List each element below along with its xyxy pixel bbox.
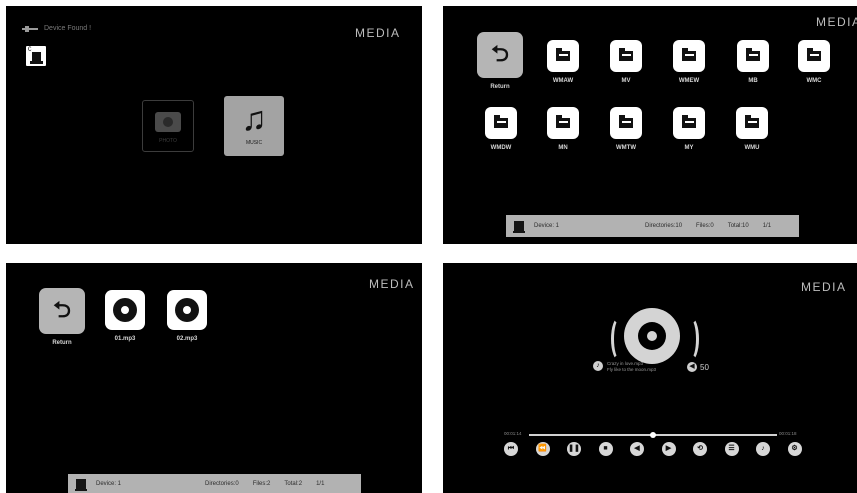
- music-category-tile[interactable]: ♫ MUSIC: [224, 96, 284, 156]
- return-icon: ⮌: [39, 288, 85, 334]
- settings-button[interactable]: ⚙: [787, 442, 802, 456]
- time-total: 00:01:18: [779, 431, 797, 436]
- device-icon: [513, 221, 525, 233]
- folder-label: WMEW: [678, 78, 700, 84]
- status-directories: Directories:0: [205, 480, 239, 487]
- status-bar: Device: 1 Directories:0 Files:2 Total:2 …: [68, 474, 361, 493]
- folder-icon: [673, 40, 705, 72]
- status-total: Total:2: [284, 480, 303, 487]
- folder-icon: [610, 107, 642, 139]
- folder-label: WMC: [806, 78, 822, 84]
- folder-item[interactable]: WMDW: [478, 107, 524, 151]
- panel-music-player: MEDIA ♪ Crazy in love.mp3 Fly like to th…: [443, 263, 857, 493]
- media-title: MEDIA: [801, 280, 847, 294]
- folder-item[interactable]: WMTW: [603, 107, 649, 151]
- folder-label: WMTW: [616, 145, 636, 151]
- status-page: 1/1: [316, 480, 325, 487]
- device-icon: [75, 478, 87, 491]
- volume-button[interactable]: ♪: [756, 442, 770, 456]
- return-button[interactable]: ⮌ Return: [39, 288, 85, 346]
- music-note-icon: ♪: [593, 361, 603, 371]
- folder-item[interactable]: WMU: [729, 107, 775, 151]
- return-label: Return: [490, 84, 510, 90]
- time-elapsed: 00:01:14: [504, 431, 522, 436]
- return-label: Return: [52, 340, 72, 346]
- song-next: Fly like to the moon.mp3: [607, 367, 657, 372]
- folder-icon: [737, 40, 769, 72]
- folder-item[interactable]: MV: [603, 40, 649, 84]
- playlist-button[interactable]: ☰: [724, 442, 739, 456]
- status-files: Files:0: [696, 223, 714, 229]
- folder-icon: [736, 107, 768, 139]
- status-page: 1/1: [762, 223, 772, 229]
- status-bar: Device: 1 Directories:10 Files:0 Total:1…: [506, 215, 799, 237]
- folder-label: MN: [558, 145, 568, 151]
- folder-label: WMDW: [490, 145, 512, 151]
- folder-item[interactable]: MB: [730, 40, 776, 84]
- music-note-icon: ♫: [241, 100, 267, 138]
- photo-category-tile[interactable]: PHOTO: [142, 100, 194, 152]
- folder-label: MB: [748, 78, 758, 84]
- pause-button[interactable]: ❚❚: [567, 442, 581, 456]
- panel-folder-browser: MEDIA ⮌ Return WMAW MV WMEW MB WMC WMDW …: [443, 6, 857, 244]
- return-icon: ⮌: [477, 32, 523, 78]
- status-device: Device: 1: [96, 480, 122, 487]
- status-files: Files:2: [252, 480, 271, 487]
- folder-item[interactable]: MY: [666, 107, 712, 151]
- media-title: MEDIA: [369, 277, 415, 291]
- folder-label: MY: [684, 145, 694, 151]
- folder-icon: [485, 107, 517, 139]
- progress-bar[interactable]: [529, 432, 777, 438]
- prev-track-button[interactable]: ⏮: [504, 442, 518, 456]
- rewind-button[interactable]: ⏪: [535, 442, 550, 456]
- status-directories: Directories:10: [645, 223, 683, 229]
- folder-icon: [673, 107, 705, 139]
- folder-icon: [798, 40, 830, 72]
- folder-item[interactable]: WMC: [791, 40, 837, 84]
- folder-icon: [547, 107, 579, 139]
- device-found-row: Device Found !: [22, 25, 91, 32]
- status-device: Device: 1: [534, 223, 560, 229]
- music-label: MUSIC: [245, 140, 263, 146]
- usb-icon: [22, 25, 38, 32]
- folder-label: WMAW: [552, 78, 574, 84]
- album-disc-icon: [624, 308, 680, 364]
- photo-icon: [155, 112, 181, 132]
- folder-icon: [547, 40, 579, 72]
- disc-icon: [105, 290, 145, 330]
- folder-item[interactable]: WMAW: [540, 40, 586, 84]
- folder-icon: [610, 40, 642, 72]
- next-button[interactable]: ▶: [661, 442, 676, 456]
- drive-c-button[interactable]: C: [26, 46, 46, 66]
- file-label: 01.mp3: [114, 336, 136, 342]
- playback-controls: ⏮ ⏪ ❚❚ ■ ◀ ▶ ⟲ ☰ ♪ ⚙: [504, 442, 802, 456]
- repeat-button[interactable]: ⟲: [693, 442, 707, 456]
- disc-icon: [167, 290, 207, 330]
- music-file-item[interactable]: 02.mp3: [164, 290, 210, 342]
- file-label: 02.mp3: [176, 336, 198, 342]
- folder-label: MV: [621, 78, 631, 84]
- volume-value: 50: [700, 362, 709, 372]
- previous-button[interactable]: ◀: [630, 442, 644, 456]
- folder-item[interactable]: WMEW: [666, 40, 712, 84]
- return-button[interactable]: ⮌ Return: [477, 32, 523, 90]
- volume-display: ◀ 50: [687, 362, 709, 372]
- song-info: ♪ Crazy in love.mp3 Fly like to the moon…: [593, 361, 656, 373]
- stop-button[interactable]: ■: [598, 442, 613, 456]
- sound-wave-right: [683, 317, 699, 361]
- folder-item[interactable]: MN: [540, 107, 586, 151]
- media-title: MEDIA: [355, 26, 401, 40]
- device-found-text: Device Found !: [44, 25, 92, 32]
- panel-device-found: Device Found ! MEDIA C PHOTO ♫ MUSIC: [6, 6, 422, 244]
- photo-label: PHOTO: [159, 138, 177, 144]
- speaker-icon: ◀: [687, 362, 697, 372]
- progress-knob[interactable]: [650, 432, 656, 438]
- status-total: Total:10: [727, 223, 749, 229]
- media-title: MEDIA: [816, 15, 857, 29]
- music-file-item[interactable]: 01.mp3: [102, 290, 148, 342]
- drive-icon: [30, 52, 43, 64]
- panel-music-files: MEDIA ⮌ Return 01.mp3 02.mp3 Device: 1 D…: [6, 263, 422, 493]
- folder-label: WMU: [744, 145, 760, 151]
